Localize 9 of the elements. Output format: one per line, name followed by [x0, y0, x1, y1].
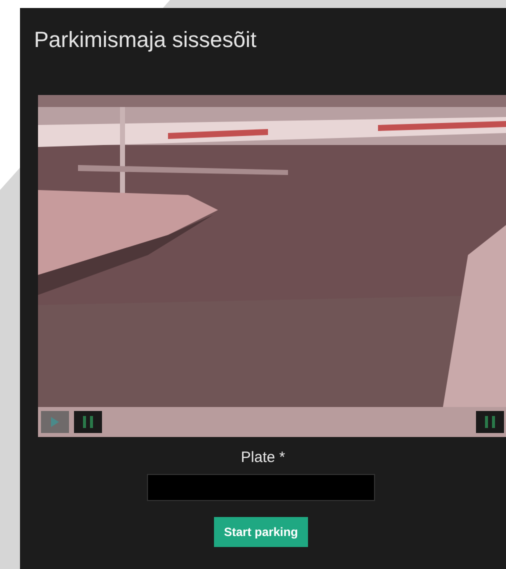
dialog-title: Parkimismaja sissesõit — [34, 26, 258, 54]
fullscreen-icon — [485, 416, 495, 428]
start-parking-button[interactable]: Start parking — [214, 516, 308, 546]
plate-input-field[interactable] — [147, 474, 375, 500]
play-icon — [51, 417, 59, 427]
plate-label: Plate * — [240, 448, 286, 468]
fullscreen-button[interactable] — [476, 411, 504, 433]
pause-button[interactable] — [74, 411, 102, 433]
pause-icon — [83, 416, 93, 428]
